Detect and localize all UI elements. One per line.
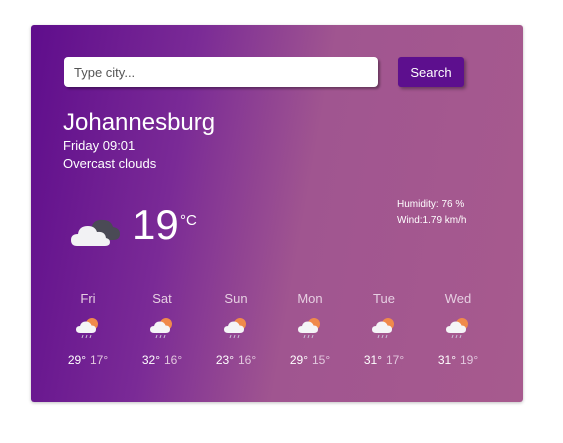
overcast-clouds-icon (71, 219, 120, 246)
forecast-max-temp: 29° (289, 353, 308, 367)
forecast-day: Fri 29° 17° (53, 291, 123, 367)
forecast-min-temp: 15° (312, 353, 331, 367)
forecast-day-name: Tue (373, 291, 395, 306)
forecast-max-temp: 32° (141, 353, 160, 367)
forecast-temps: 31° 19° (423, 353, 493, 367)
forecast-temps: 23° 16° (201, 353, 271, 367)
current-temperature: 19 (132, 201, 179, 248)
forecast-temps: 29° 15° (275, 353, 345, 367)
forecast-day-name: Sun (224, 291, 248, 306)
sun-cloud-rain-icon (372, 318, 394, 339)
forecast-day: Mon 29° 15° (275, 291, 345, 367)
forecast-day: Sun 23° 16° (201, 291, 271, 367)
forecast-day: Wed 31° 19° (423, 291, 493, 367)
forecast-min-temp: 16° (164, 353, 183, 367)
search-bar: Search (64, 57, 466, 87)
city-name: Johannesburg (63, 109, 216, 136)
sun-cloud-rain-icon (150, 318, 172, 339)
forecast-day-name: Wed (444, 291, 472, 306)
city-search-input[interactable] (64, 57, 378, 87)
temperature-unit: °C (180, 212, 197, 229)
forecast-day-name: Sat (152, 291, 172, 306)
weather-card: Search Johannesburg Friday 09:01 Overcas… (31, 25, 523, 402)
wind-speed-value: Wind:1.79 km/h (397, 215, 467, 226)
weather-condition: Overcast clouds (63, 156, 157, 171)
current-datetime: Friday 09:01 (63, 138, 136, 153)
sun-cloud-rain-icon (76, 318, 98, 339)
forecast-day: Sat 32° 16° (127, 291, 197, 367)
forecast-max-temp: 29° (67, 353, 86, 367)
forecast-day-name: Fri (80, 291, 96, 306)
humidity-value: Humidity: 76 % (397, 199, 465, 210)
forecast-max-temp: 31° (437, 353, 456, 367)
sun-cloud-rain-icon (298, 318, 320, 339)
forecast-day-name: Mon (297, 291, 323, 306)
forecast-max-temp: 31° (363, 353, 382, 367)
sun-cloud-rain-icon (224, 318, 246, 339)
forecast-min-temp: 16° (238, 353, 257, 367)
forecast-min-temp: 17° (386, 353, 405, 367)
forecast-temps: 29° 17° (53, 353, 123, 367)
forecast-min-temp: 19° (460, 353, 479, 367)
forecast-temps: 31° 17° (349, 353, 419, 367)
forecast-row: Fri 29° 17° Sat 32° 16° Sun 23° 16° Mon … (53, 291, 509, 371)
forecast-temps: 32° 16° (127, 353, 197, 367)
sun-cloud-rain-icon (446, 318, 468, 339)
forecast-day: Tue 31° 17° (349, 291, 419, 367)
search-button[interactable]: Search (398, 57, 464, 87)
forecast-max-temp: 23° (215, 353, 234, 367)
forecast-min-temp: 17° (90, 353, 109, 367)
